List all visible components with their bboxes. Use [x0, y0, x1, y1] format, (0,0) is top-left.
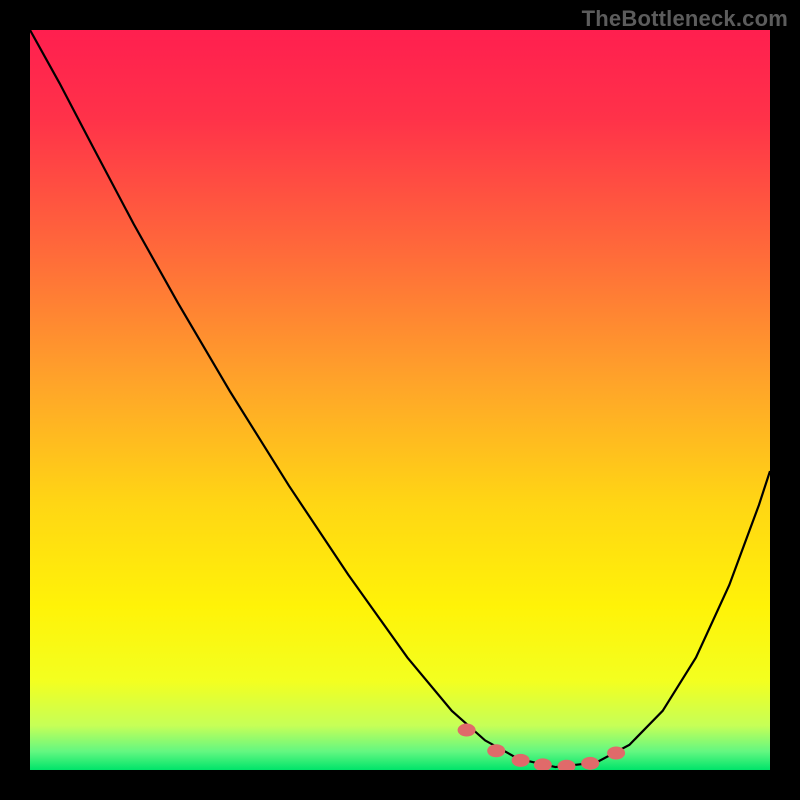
chart-overlay: [30, 30, 770, 770]
watermark-text: TheBottleneck.com: [582, 6, 788, 32]
optimal-dot: [607, 746, 625, 759]
plot-area: [30, 30, 770, 770]
optimal-dot: [512, 754, 530, 767]
optimal-dot: [581, 757, 599, 770]
chart-stage: TheBottleneck.com: [0, 0, 800, 800]
optimal-dot: [487, 744, 505, 757]
bottleneck-curve: [30, 30, 770, 767]
optimal-dot: [558, 760, 576, 770]
optimal-dot: [534, 758, 552, 770]
optimal-range-dots: [458, 724, 625, 770]
optimal-dot: [458, 724, 476, 737]
